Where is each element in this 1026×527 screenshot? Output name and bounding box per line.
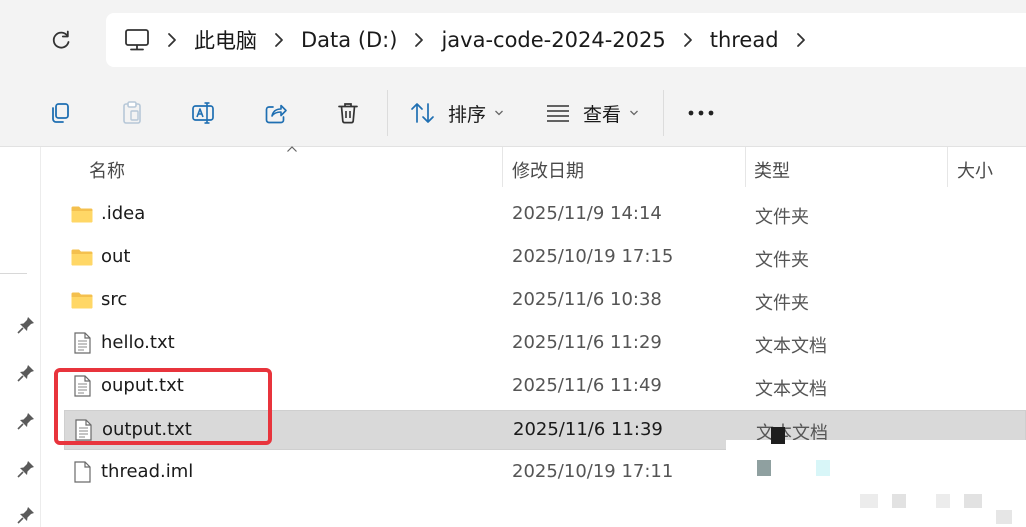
- computer-icon[interactable]: [124, 26, 152, 54]
- column-header-type[interactable]: 类型: [754, 157, 790, 183]
- column-header-row: 名称 修改日期 类型 大小: [41, 146, 1026, 189]
- share-icon: [265, 104, 287, 124]
- rename-button[interactable]: [188, 95, 220, 131]
- share-button[interactable]: [260, 95, 292, 131]
- breadcrumb-project[interactable]: java-code-2024-2025: [439, 28, 667, 52]
- refresh-icon: [52, 30, 70, 49]
- delete-button[interactable]: [332, 95, 364, 131]
- copy-icon: [52, 103, 69, 123]
- file-date: 2025/11/6 11:29: [512, 332, 662, 353]
- pin-icon[interactable]: [16, 315, 36, 335]
- chevron-right-icon[interactable]: [668, 32, 708, 48]
- file-date: 2025/10/19 17:11: [512, 461, 674, 482]
- sort-button[interactable]: 排序: [410, 95, 504, 131]
- file-date: 2025/10/19 17:15: [512, 246, 674, 267]
- pin-icon[interactable]: [16, 505, 36, 525]
- file-row[interactable]: .idea 2025/11/9 14:14 文件夹: [64, 195, 1026, 235]
- pin-icon[interactable]: [16, 363, 36, 383]
- file-date: 2025/11/6 11:39: [513, 419, 663, 440]
- folder-icon: [71, 206, 93, 223]
- toolbar-divider: [387, 90, 388, 136]
- highlight-annotation: [54, 368, 272, 445]
- redaction-mark: [996, 510, 1012, 524]
- file-date: 2025/11/9 14:14: [512, 203, 662, 224]
- toolbar-divider: [663, 90, 664, 136]
- pin-icon[interactable]: [16, 411, 36, 431]
- file-type: 文件夹: [755, 293, 809, 314]
- column-divider[interactable]: [947, 147, 948, 187]
- file-name[interactable]: hello.txt: [101, 332, 175, 353]
- file-name[interactable]: src: [101, 289, 127, 310]
- file-type: 文本文档: [755, 336, 827, 357]
- view-label: 查看: [583, 103, 622, 126]
- column-header-date[interactable]: 修改日期: [512, 157, 584, 183]
- file-name[interactable]: out: [101, 246, 130, 267]
- pin-icon[interactable]: [16, 459, 36, 479]
- file-type: 文件夹: [755, 207, 809, 228]
- chevron-right-icon[interactable]: [152, 32, 192, 48]
- sort-label: 排序: [448, 103, 487, 126]
- paste-icon: [123, 101, 141, 124]
- column-divider[interactable]: [745, 147, 746, 187]
- file-type: 文件夹: [755, 250, 809, 271]
- file-row[interactable]: hello.txt 2025/11/6 11:29 文本文档: [64, 324, 1026, 364]
- redaction-mark: [757, 460, 771, 476]
- column-divider[interactable]: [502, 147, 503, 187]
- sort-icon: [411, 103, 434, 123]
- delete-icon: [338, 103, 358, 124]
- file-icon: [74, 461, 91, 483]
- chevron-down-icon: [495, 110, 503, 116]
- chevron-down-icon: [630, 110, 638, 116]
- file-name[interactable]: .idea: [101, 203, 145, 224]
- sort-ascending-icon: [287, 146, 297, 152]
- more-button[interactable]: [685, 95, 717, 131]
- view-list-icon: [547, 105, 569, 122]
- file-type: 文本文档: [755, 379, 827, 400]
- navigation-pane[interactable]: [0, 147, 41, 527]
- paste-button[interactable]: [116, 95, 148, 131]
- chevron-right-icon[interactable]: [259, 32, 299, 48]
- redaction-overlay: [726, 440, 1026, 527]
- chevron-right-icon[interactable]: [781, 32, 821, 48]
- redaction-mark: [964, 494, 982, 508]
- text-file-icon: [74, 332, 91, 354]
- chevron-right-icon[interactable]: [399, 32, 439, 48]
- folder-icon: [71, 292, 93, 309]
- view-button[interactable]: 查看: [545, 95, 639, 131]
- redaction-mark: [936, 494, 950, 508]
- file-name[interactable]: thread.iml: [101, 461, 193, 482]
- folder-icon: [71, 249, 93, 266]
- nav-divider: [0, 273, 27, 274]
- column-header-size[interactable]: 大小: [957, 157, 993, 183]
- address-region: 此电脑 Data (D:) java-code-2024-2025 thread: [0, 0, 1026, 80]
- rename-icon: [192, 102, 214, 124]
- redaction-mark: [771, 427, 785, 444]
- breadcrumb-thread[interactable]: thread: [708, 28, 781, 52]
- address-bar[interactable]: 此电脑 Data (D:) java-code-2024-2025 thread: [106, 13, 1026, 67]
- file-row[interactable]: src 2025/11/6 10:38 文件夹: [64, 281, 1026, 321]
- refresh-button[interactable]: [46, 25, 76, 55]
- column-header-name[interactable]: 名称: [89, 157, 125, 183]
- breadcrumb-drive[interactable]: Data (D:): [299, 28, 399, 52]
- redaction-mark: [892, 494, 906, 508]
- redaction-mark: [860, 494, 878, 508]
- breadcrumb-this-pc[interactable]: 此电脑: [192, 25, 259, 55]
- copy-button[interactable]: [44, 95, 76, 131]
- file-date: 2025/11/6 10:38: [512, 289, 662, 310]
- command-bar: 排序 查看: [0, 80, 1026, 147]
- file-date: 2025/11/6 11:49: [512, 375, 662, 396]
- file-row[interactable]: out 2025/10/19 17:15 文件夹: [64, 238, 1026, 278]
- redaction-mark: [816, 460, 830, 476]
- more-icon: [688, 110, 714, 116]
